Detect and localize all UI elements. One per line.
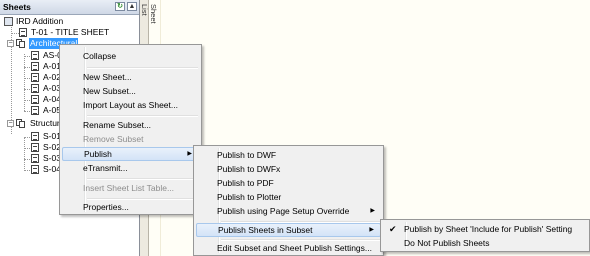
menu-item-publish[interactable]: Publish ▶	[62, 147, 199, 161]
menu-item-new-sheet[interactable]: New Sheet...	[62, 70, 199, 84]
sheet-icon	[31, 154, 39, 163]
sheet-set-icon	[4, 17, 13, 26]
triangle-right-icon: ▶	[369, 227, 374, 233]
sheet-icon	[31, 143, 39, 152]
collapse-expander-icon[interactable]: −	[7, 40, 14, 47]
sheet-icon	[31, 106, 39, 115]
sheet-icon	[19, 28, 27, 37]
sheet-icon	[31, 62, 39, 71]
menu-item-collapse[interactable]: Collapse	[62, 49, 199, 63]
sheet-icon	[31, 51, 39, 60]
checkmark-icon: ✔	[389, 224, 397, 234]
menu-item-new-subset[interactable]: New Subset...	[62, 84, 199, 98]
sheet-icon	[31, 73, 39, 82]
tree-root-label: IRD Addition	[16, 16, 64, 26]
menu-item-publish-dwfx[interactable]: Publish to DWFx	[196, 162, 381, 176]
panel-title: Sheets	[3, 2, 31, 12]
sheet-icon	[31, 132, 39, 141]
menu-item-edit-publish-settings[interactable]: Edit Subset and Sheet Publish Settings..…	[196, 241, 381, 255]
tree-item-label: T-01 - TITLE SHEET	[31, 27, 110, 37]
menu-item-publish-dwf[interactable]: Publish to DWF	[196, 148, 381, 162]
menu-item-rename-subset[interactable]: Rename Subset...	[62, 118, 199, 132]
menu-item-publish-plotter[interactable]: Publish to Plotter	[196, 190, 381, 204]
sheet-icon	[31, 165, 39, 174]
context-menu: Collapse New Sheet... New Subset... Impo…	[59, 44, 202, 215]
menu-item-publish-sheets-in-subset[interactable]: Publish Sheets in Subset ▶	[196, 223, 381, 237]
menu-item-do-not-publish[interactable]: Do Not Publish Sheets	[383, 236, 587, 250]
panel-header: Sheets ↻ ▲	[0, 0, 139, 15]
sheet-icon	[31, 95, 39, 104]
refresh-icon[interactable]: ↻	[115, 2, 125, 11]
menu-item-properties[interactable]: Properties...	[62, 200, 199, 214]
menu-item-publish-pdf[interactable]: Publish to PDF	[196, 176, 381, 190]
publish-submenu: Publish to DWF Publish to DWFx Publish t…	[193, 145, 384, 256]
tab-label: Sheet List	[140, 4, 158, 24]
menu-item-publish-page-setup-override[interactable]: Publish using Page Setup Override ▶	[196, 204, 381, 218]
menu-item-import-layout[interactable]: Import Layout as Sheet...	[62, 98, 199, 112]
menu-item-etransmit[interactable]: eTransmit...	[62, 161, 199, 175]
sheet-icon	[31, 84, 39, 93]
collapse-expander-icon[interactable]: −	[7, 120, 14, 127]
tab-sheet-list[interactable]: Sheet List	[140, 2, 158, 36]
triangle-right-icon: ▶	[187, 151, 192, 157]
menu-item-insert-sheet-list-table: Insert Sheet List Table...	[83, 183, 175, 193]
subset-icon	[16, 119, 26, 128]
menu-item-remove-subset: Remove Subset	[83, 134, 144, 144]
menu-item-publish-by-sheet-setting[interactable]: ✔ Publish by Sheet 'Include for Publish'…	[383, 222, 587, 236]
subset-publish-submenu: ✔ Publish by Sheet 'Include for Publish'…	[380, 219, 590, 252]
chevron-up-icon[interactable]: ▲	[127, 2, 137, 11]
subset-icon	[16, 39, 26, 48]
triangle-right-icon: ▶	[370, 208, 375, 214]
